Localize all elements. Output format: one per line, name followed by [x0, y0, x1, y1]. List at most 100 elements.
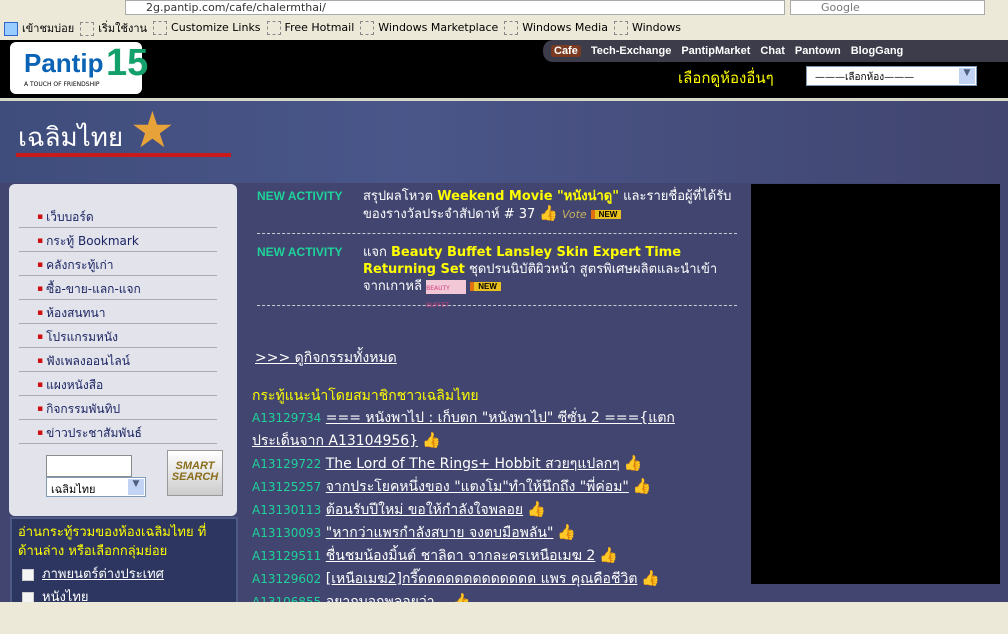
- topic-link[interactable]: จากประโยคหนึ่งของ "แตงโม"ทำให้นึกถึง "พี…: [326, 479, 629, 495]
- topic-id: A13129602: [252, 572, 322, 586]
- nav-pantipmarket[interactable]: PantipMarket: [681, 45, 750, 57]
- topic-row: A13125257 จากประโยคหนึ่งของ "แตงโม"ทำให้…: [252, 475, 722, 498]
- page-icon: [360, 21, 375, 35]
- topic-link[interactable]: [เหนือเมฆ2]กรี๊ดดดดดดดดดดดดด แพร คุณคือช…: [326, 571, 638, 587]
- ad-panel: [751, 184, 1000, 584]
- activity-highlight: Weekend Movie "หนังน่าดู": [437, 189, 620, 204]
- new-badge: NEW: [590, 210, 622, 219]
- sidebar-item-webboard[interactable]: เว็บบอร์ด: [19, 204, 217, 228]
- brush-stroke: [16, 153, 231, 157]
- search-room-value: เฉลิมไทย: [51, 483, 96, 496]
- page-icon: [153, 21, 168, 35]
- bookmark-label: เริ่มใช้งาน: [98, 22, 148, 35]
- search-input[interactable]: [46, 455, 132, 477]
- topic-id: A13130113: [252, 503, 322, 517]
- bookmark[interactable]: เริ่มใช้งาน: [80, 19, 147, 37]
- group-filter: อ่านกระทู้รวมของห้องเฉลิมไทย ที่ด้านล่าง…: [10, 517, 238, 607]
- pantip-logo[interactable]: Pantip 15 A TOUCH OF FRIENDSHIP: [10, 42, 148, 94]
- search-room-select[interactable]: เฉลิมไทย ▼: [46, 477, 146, 497]
- thumbs-up-icon: 👍: [539, 204, 558, 222]
- nav-tech-exchange[interactable]: Tech-Exchange: [591, 45, 672, 57]
- bookmark[interactable]: Windows Media: [504, 21, 608, 35]
- chevron-down-icon[interactable]: ▼: [959, 68, 975, 84]
- thumbs-up-icon: 👍: [422, 431, 441, 449]
- bookmark[interactable]: Customize Links: [153, 21, 261, 35]
- star-icon: ★: [130, 101, 175, 159]
- recommended-heading: กระทู้แนะนำโดยสมาชิกชาวเฉลิมไทย: [252, 388, 479, 404]
- bookmarks-bar: เข้าชมบ่อย เริ่มใช้งาน Customize Links F…: [4, 19, 681, 37]
- vote-icon: Vote: [561, 208, 587, 221]
- recommended-topics: กระทู้แนะนำโดยสมาชิกชาวเฉลิมไทย A1312973…: [252, 385, 722, 613]
- smart-search-button[interactable]: SMART SEARCH: [167, 450, 223, 496]
- topic-link[interactable]: ชื่นชมน้องมิ้นต์ ชาลิดา จากละครเหนือเมฆ …: [326, 548, 596, 564]
- topic-row: A13130113 ต้อนรับปีใหม่ ขอให้กำลังใจพลอย…: [252, 498, 722, 521]
- sidebar-item-archive[interactable]: คลังกระทู้เก่า: [19, 252, 217, 276]
- logo-number: 15: [106, 42, 149, 84]
- activity-link[interactable]: สรุปผลโหวต Weekend Movie "หนังน่าดู" และ…: [363, 188, 737, 223]
- room-select-value: ———เลือกห้อง———: [815, 72, 915, 83]
- group-instructions: อ่านกระทู้รวมของห้องเฉลิมไทย ที่ด้านล่าง…: [18, 525, 207, 559]
- room-label: เลือกดูห้องอื่นๆ: [678, 69, 774, 87]
- bookmark-label: Windows: [631, 21, 682, 34]
- nav-chat[interactable]: Chat: [760, 45, 784, 57]
- topic-row: A13129722 The Lord of The Rings+ Hobbit …: [252, 452, 722, 475]
- browser-chrome: 2g.pantip.com/cafe/chalermthai/ Google เ…: [0, 0, 1008, 40]
- thumbs-up-icon: 👍: [557, 523, 577, 541]
- bookmark[interactable]: เข้าชมบ่อย: [4, 19, 74, 37]
- bookmark-label: Windows Media: [522, 21, 608, 34]
- bookmark-label: Customize Links: [171, 21, 261, 34]
- sidebar-item-trade[interactable]: ซื้อ-ขาย-แลก-แจก: [19, 276, 217, 300]
- topic-id: A13125257: [252, 480, 322, 494]
- topic-link[interactable]: "หากว่าแพรกำลังสบาย จงตบมือพลัน": [326, 525, 554, 541]
- topic-link[interactable]: ต้อนรับปีใหม่ ขอให้กำลังใจพลอย: [326, 502, 523, 518]
- topic-link[interactable]: The Lord of The Rings+ Hobbit สวยๆแปลกๆ: [326, 456, 620, 472]
- sidebar-item-music[interactable]: ฟังเพลงออนไลน์: [19, 348, 217, 372]
- browser-search[interactable]: Google: [790, 0, 985, 15]
- activity-list: NEW ACTIVITY สรุปผลโหวต Weekend Movie "ห…: [257, 188, 737, 316]
- activity-text: แจก: [363, 245, 391, 260]
- bookmark[interactable]: Windows Marketplace: [360, 21, 498, 35]
- topic-id: A13129734: [252, 411, 322, 425]
- bookmark[interactable]: Free Hotmail: [266, 21, 355, 35]
- activity-tag: NEW ACTIVITY: [257, 245, 343, 259]
- nav-cafe[interactable]: Cafe: [551, 45, 581, 57]
- bookmark[interactable]: Windows: [613, 21, 682, 35]
- beauty-buffet-image: BEAUTY BUFFET: [426, 279, 467, 309]
- activity-link[interactable]: แจก Beauty Buffet Lansley Skin Expert Ti…: [363, 244, 737, 309]
- activity-text: สรุปผลโหวต: [363, 189, 438, 204]
- view-all-activities-link[interactable]: >>> ดูกิจกรรมทั้งหมด: [255, 347, 397, 369]
- checkbox[interactable]: [22, 568, 34, 581]
- sidebar-item-pr[interactable]: ข่าวประชาสัมพันธ์: [19, 420, 217, 444]
- status-bar: [0, 602, 1008, 634]
- page-icon: [266, 21, 281, 35]
- nav-bloggang[interactable]: BlogGang: [851, 45, 904, 57]
- topic-id: A13129722: [252, 457, 322, 471]
- topic-row: A13129734 === หนังพาไป : เก็บตก "หนังพาไ…: [252, 407, 722, 452]
- thumbs-up-icon: 👍: [599, 546, 619, 564]
- group-link[interactable]: ภาพยนตร์ต่างประเทศ: [42, 565, 164, 584]
- sidebar-item-movie-program[interactable]: โปรแกรมหนัง: [19, 324, 217, 348]
- room-banner: ★ เฉลิมไทย: [0, 101, 1008, 183]
- sidebar-item-chatroom[interactable]: ห้องสนทนา: [19, 300, 217, 324]
- bookmark-label: เข้าชมบ่อย: [22, 22, 75, 35]
- bookmark-label: Windows Marketplace: [378, 21, 499, 34]
- thumbs-up-icon: 👍: [527, 500, 546, 518]
- room-select[interactable]: ———เลือกห้อง——— ▼: [806, 66, 977, 86]
- sidebar-item-activities[interactable]: กิจกรรมพันทิป: [19, 396, 217, 420]
- thumbs-up-icon: 👍: [641, 569, 661, 587]
- activity-tag: NEW ACTIVITY: [257, 189, 343, 203]
- sidebar-item-books[interactable]: แผงหนังสือ: [19, 372, 217, 396]
- thumbs-up-icon: 👍: [623, 454, 643, 472]
- logo-tagline: A TOUCH OF FRIENDSHIP: [24, 81, 100, 88]
- bookmark-label: Free Hotmail: [284, 21, 355, 34]
- topic-row: A13129511 ชื่นชมน้องมิ้นต์ ชาลิดา จากละค…: [252, 544, 722, 567]
- page-icon: [504, 21, 519, 35]
- chevron-down-icon[interactable]: ▼: [128, 479, 144, 495]
- thumbs-up-icon: 👍: [632, 477, 652, 495]
- page-icon: [80, 22, 95, 36]
- sidebar-item-bookmark[interactable]: กระทู้ Bookmark: [19, 228, 217, 252]
- nav-pantown[interactable]: Pantown: [795, 45, 841, 57]
- url-bar[interactable]: 2g.pantip.com/cafe/chalermthai/: [125, 0, 785, 15]
- topic-row: A13129602 [เหนือเมฆ2]กรี๊ดดดดดดดดดดดดด แ…: [252, 567, 722, 590]
- new-badge: NEW: [470, 282, 501, 291]
